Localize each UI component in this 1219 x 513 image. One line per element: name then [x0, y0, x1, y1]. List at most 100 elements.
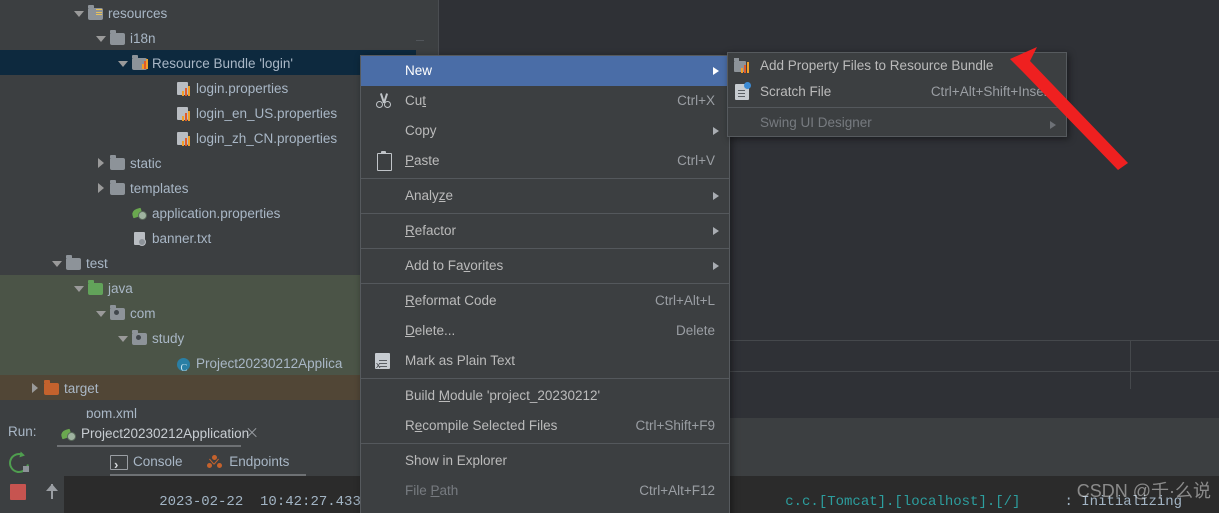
tree-row[interactable]: m pom.xml — [0, 400, 416, 418]
folder-source-icon — [88, 280, 104, 296]
tree-expand-arrow[interactable] — [74, 283, 85, 294]
stop-icon[interactable] — [10, 484, 26, 500]
submenu-arrow-icon — [713, 227, 719, 235]
tree-row[interactable]: login.properties — [0, 75, 416, 100]
menu-item[interactable]: Add to Favorites — [361, 251, 729, 281]
menu-separator — [361, 213, 729, 214]
tree-expand-arrow[interactable] — [118, 233, 129, 244]
close-icon[interactable] — [245, 426, 259, 440]
menu-item-label: New — [405, 63, 433, 78]
tree-expand-arrow[interactable] — [162, 83, 173, 94]
tree-row[interactable]: target — [0, 375, 416, 400]
menu-item-label: Add to Favorites — [405, 258, 504, 273]
tree-expand-arrow[interactable] — [52, 258, 63, 269]
menu-item-label: Analyze — [405, 188, 454, 203]
tree-expand-arrow[interactable] — [162, 133, 173, 144]
menu-item[interactable]: Recompile Selected Files Ctrl+Shift+F9 — [361, 411, 729, 441]
menu-item[interactable]: Paste Ctrl+V — [361, 146, 729, 176]
menu-item[interactable]: Show in Explorer — [361, 446, 729, 476]
tree-row[interactable]: login_zh_CN.properties — [0, 125, 416, 150]
tree-row[interactable]: templates — [0, 175, 416, 200]
menu-item[interactable]: Scratch File Ctrl+Alt+Shift+Insert — [728, 79, 1066, 105]
tree-row-label: login_zh_CN.properties — [196, 130, 338, 146]
submenu-arrow-icon — [1050, 121, 1056, 129]
menu-item-label: Paste — [405, 153, 440, 168]
tree-expand-arrow[interactable] — [96, 182, 107, 194]
submenu-arrow-icon — [713, 127, 719, 135]
tree-expand-arrow[interactable] — [162, 108, 173, 119]
run-subtabs[interactable]: Console Endpoints — [110, 448, 309, 479]
plain-text-icon — [375, 350, 392, 380]
tree-expand-arrow[interactable] — [30, 382, 41, 394]
folder-resources-icon — [88, 5, 104, 21]
tree-row[interactable]: login_en_US.properties — [0, 100, 416, 125]
tree-row[interactable]: study — [0, 325, 416, 350]
tree-expand-arrow[interactable] — [96, 33, 107, 44]
tree-row[interactable]: com — [0, 300, 416, 325]
tree-row[interactable]: resources — [0, 0, 416, 25]
menu-item-label: Scratch File — [760, 84, 832, 99]
menu-item[interactable]: New — [361, 56, 729, 86]
tree-row-label: application.properties — [152, 205, 281, 221]
folder-package-icon — [132, 330, 148, 346]
new-submenu[interactable]: Add Property Files to Resource Bundle Scr… — [727, 52, 1067, 137]
menu-separator — [361, 248, 729, 249]
menu-item-label: Cut — [405, 93, 427, 108]
tree-expand-arrow[interactable] — [96, 308, 107, 319]
tree-row-label: target — [64, 380, 99, 396]
paste-icon — [375, 151, 392, 171]
tree-row[interactable]: i18n — [0, 25, 416, 50]
menu-item[interactable]: Cut Ctrl+X — [361, 86, 729, 116]
menu-separator — [361, 283, 729, 284]
tab-endpoints[interactable]: Endpoints — [206, 448, 289, 476]
tree-row[interactable]: application.properties — [0, 200, 416, 225]
tree-row[interactable]: C Project20230212Applica — [0, 350, 416, 375]
menu-item[interactable]: Analyze — [361, 181, 729, 211]
menu-item[interactable]: Open in Terminal — [361, 506, 729, 513]
menu-item-label: Copy — [405, 123, 437, 138]
run-label: Run: — [8, 424, 37, 439]
tree-row-label: Project20230212Applica — [196, 355, 343, 371]
tree-row-label: study — [152, 330, 185, 346]
tree-row-label: pom.xml — [86, 405, 138, 418]
tree-row[interactable]: test — [0, 250, 416, 275]
menu-item[interactable]: Mark as Plain Text — [361, 346, 729, 380]
project-tree[interactable]: resources i18n Resource Bundle 'login' logi… — [0, 0, 416, 418]
tree-expand-arrow[interactable] — [118, 58, 129, 69]
menu-item-label: Show in Explorer — [405, 453, 508, 468]
tree-row[interactable]: static — [0, 150, 416, 175]
menu-item[interactable]: Delete... Delete — [361, 316, 729, 346]
tree-row-label: java — [108, 280, 133, 296]
context-menu[interactable]: New Cut Ctrl+X Copy Paste Ctrl+V Analyze Refact… — [360, 55, 730, 513]
run-tab[interactable]: Project20230212Application — [55, 421, 255, 447]
tree-expand-arrow[interactable] — [118, 333, 129, 344]
tree-row[interactable]: java — [0, 275, 416, 300]
run-toolbar[interactable] — [0, 448, 36, 513]
rerun-icon[interactable] — [5, 449, 33, 477]
tree-expand-arrow[interactable] — [118, 208, 129, 219]
menu-item[interactable]: Reformat Code Ctrl+Alt+L — [361, 286, 729, 316]
tree-expand-arrow[interactable] — [52, 408, 63, 418]
menu-item-label: Swing UI Designer — [760, 115, 872, 130]
editor-divider-3 — [1130, 340, 1131, 389]
submenu-arrow-icon — [713, 192, 719, 200]
tree-row-label: banner.txt — [152, 230, 212, 246]
tree-expand-arrow[interactable] — [74, 8, 85, 19]
tab-console-label: Console — [133, 454, 183, 469]
tree-row[interactable]: Resource Bundle 'login' — [0, 50, 416, 75]
menu-item[interactable]: Build Module 'project_20230212' — [361, 381, 729, 411]
submenu-arrow-icon — [713, 67, 719, 75]
tree-row-label: login_en_US.properties — [196, 105, 338, 121]
menu-separator — [361, 378, 729, 379]
scroll-up-icon[interactable] — [44, 480, 62, 504]
menu-item[interactable]: Copy — [361, 116, 729, 146]
menu-item[interactable]: Add Property Files to Resource Bundle — [728, 53, 1066, 79]
tree-row[interactable]: banner.txt — [0, 225, 416, 250]
menu-item[interactable]: Refactor — [361, 216, 729, 246]
properties-file-icon — [176, 80, 192, 97]
menu-item: Swing UI Designer — [728, 110, 1066, 136]
tree-expand-arrow[interactable] — [162, 358, 173, 369]
tab-console[interactable]: Console — [110, 448, 183, 479]
menu-item: File Path Ctrl+Alt+F12 — [361, 476, 729, 506]
tree-expand-arrow[interactable] — [96, 157, 107, 169]
